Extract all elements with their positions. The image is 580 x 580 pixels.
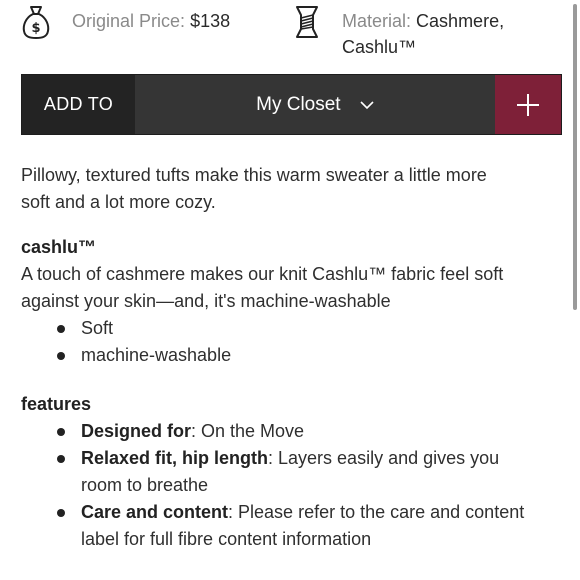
feature-label: Care and content bbox=[81, 502, 229, 522]
product-meta-row: $ Original Price: $138 Material: Cashmer… bbox=[0, 0, 580, 72]
feature-text: : On the Move bbox=[191, 421, 305, 441]
price-label: Original Price: bbox=[72, 11, 186, 31]
closet-dropdown-value: My Closet bbox=[256, 94, 341, 115]
list-item: machine-washable bbox=[21, 342, 561, 369]
cashlu-line-2: against your skin—and, it's machine-wash… bbox=[21, 291, 391, 311]
list-item: Soft bbox=[21, 315, 561, 342]
feature-text: : Layers easily and gives you bbox=[268, 448, 500, 468]
feature-text-cont: room to breathe bbox=[81, 475, 209, 495]
cashlu-line-1: A touch of cashmere makes our knit Cashl… bbox=[21, 264, 504, 284]
features-heading: features bbox=[21, 394, 92, 414]
feature-item: Relaxed fit, hip length: Layers easily a… bbox=[21, 445, 561, 499]
svg-text:$: $ bbox=[31, 21, 40, 36]
cashlu-bullet-list: Soft machine-washable bbox=[21, 315, 561, 369]
price-value: $138 bbox=[190, 11, 231, 31]
material-value-line1: Cashmere, bbox=[416, 11, 505, 31]
feature-text-cont: label for full fibre content information bbox=[81, 529, 372, 549]
material-value-line2: Cashlu™ bbox=[342, 37, 417, 57]
money-bag-icon: $ bbox=[21, 4, 51, 40]
closet-dropdown[interactable]: My Closet bbox=[135, 75, 495, 134]
feature-label: Relaxed fit, hip length bbox=[81, 448, 269, 468]
add-button[interactable] bbox=[495, 75, 561, 134]
feature-text: : Please refer to the care and content bbox=[228, 502, 525, 522]
material-label: Material: bbox=[342, 11, 412, 31]
intro-line-1: Pillowy, textured tufts make this warm s… bbox=[21, 165, 487, 185]
feature-item: Care and content: Please refer to the ca… bbox=[21, 499, 561, 553]
feature-label: Designed for bbox=[81, 421, 192, 441]
product-description: Pillowy, textured tufts make this warm s… bbox=[21, 162, 561, 553]
features-list: Designed for: On the Move Relaxed fit, h… bbox=[21, 418, 561, 553]
add-to-label: ADD TO bbox=[22, 75, 135, 134]
feature-item: Designed for: On the Move bbox=[21, 418, 561, 445]
add-to-closet-bar: ADD TO My Closet bbox=[21, 74, 562, 135]
material: Material: Cashmere, Cashlu™ bbox=[342, 8, 504, 60]
intro-line-2: soft and a lot more cozy. bbox=[21, 192, 216, 212]
original-price: Original Price: $138 bbox=[72, 8, 230, 34]
yarn-spool-icon bbox=[294, 4, 324, 40]
chevron-down-icon bbox=[360, 75, 374, 134]
cashlu-heading: cashlu™ bbox=[21, 237, 97, 257]
